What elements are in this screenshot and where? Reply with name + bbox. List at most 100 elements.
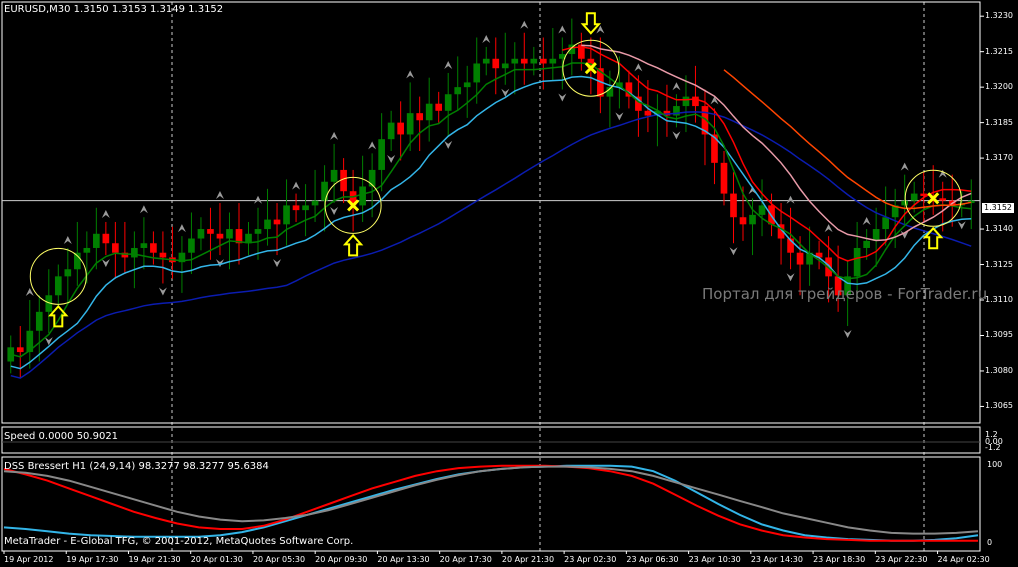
buy-arrow [342,233,364,257]
candle-body [530,58,538,64]
time-tick-label: 20 Apr 05:30 [252,555,306,564]
candle-body [539,58,547,64]
fractal-up-arrow [786,195,795,204]
speed-tick-label: -1.2 [985,443,1001,452]
candle-body [359,186,366,206]
candle-body [435,103,443,111]
fractal-up-arrow [25,288,34,297]
candle-body [939,198,947,201]
time-tick-label: 19 Apr 21:30 [128,555,181,564]
fractal-down-arrow [273,259,282,268]
price-tick-label: 1.3065 [985,401,1013,411]
fractal-up-arrow [520,20,529,29]
speed-indicator-title: Speed 0.0000 50.9021 [4,431,119,442]
candle-body [682,96,690,107]
candle-body [188,238,195,253]
time-tick-label: 23 Apr 22:30 [875,555,928,564]
fractal-down-arrow [101,259,110,268]
price-tick-label: 1.3200 [985,82,1013,92]
chart-canvas[interactable] [0,0,1018,567]
time-tick-label: 20 Apr 09:30 [315,555,368,564]
fractal-down-arrow [444,140,453,149]
candle-body [83,247,91,253]
candle-body [302,205,309,211]
candle-body [264,219,271,230]
candle-body [492,58,500,69]
fractal-up-arrow [292,181,301,190]
fractal-up-arrow [101,209,110,218]
fractal-up-arrow [139,205,148,214]
candle-body [207,229,214,234]
dss-lines-group [3,464,979,542]
candle-body [749,214,756,225]
speed-panel-frame [1,426,981,454]
fractal-down-arrow [558,93,567,102]
candle-body [93,233,100,248]
ma-skyblue-line [10,75,972,370]
candle-body [796,252,804,265]
candle-body [387,122,395,140]
sell-arrow [580,12,602,35]
candle-body [482,58,490,64]
fractal-up-arrow [558,25,567,34]
watermark: Портал для трейдеров - ForTrader.ru [702,285,988,303]
candle-body [330,169,338,182]
candle-body [378,139,385,170]
candle-body [140,243,148,248]
time-tick-label: 23 Apr 14:30 [750,555,803,564]
time-tick-label: 20 Apr 13:30 [377,555,430,564]
candle-body [54,276,62,296]
fractal-up-arrow [824,224,833,233]
price-tick-label: 1.3140 [985,224,1013,234]
candle-body [406,113,414,135]
candle-body [321,181,328,201]
candle-body [283,205,290,225]
candle-body [463,82,471,88]
candle-body [901,200,909,206]
candle-body [416,113,424,121]
fractal-up-arrow [368,141,377,150]
fractal-up-arrow [634,63,643,72]
candle-body [216,233,224,239]
candle-body [197,229,205,239]
candle-body [368,169,376,187]
candles-group [7,18,975,379]
candle-body [730,193,737,218]
candle-body [64,269,72,277]
candle-body [863,240,870,248]
time-tick-label: 23 Apr 06:30 [626,555,679,564]
candle-body [473,63,481,83]
ma-green-line [10,62,972,358]
price-tick-label: 1.3125 [985,259,1013,269]
metatrader-chart-window: EURUSD,M30 1.3150 1.3153 1.3149 1.3152 S… [0,0,1018,567]
main-chart-frame [1,1,981,424]
price-tick-label: 1.3230 [985,11,1013,21]
time-tick-label: 24 Apr 02:30 [937,555,990,564]
fractal-up-arrow [862,217,871,226]
fractal-up-arrow [215,191,224,200]
candle-body [16,347,24,353]
fractal-up-arrow [406,70,415,79]
moving-averages-group [10,44,972,379]
candle-body [226,229,233,239]
candle-body [454,87,462,95]
candle-body [425,103,433,121]
time-tick-label: 19 Apr 2012 [4,555,54,564]
fractal-down-arrow [672,131,681,140]
time-tick-label: 20 Apr 17:30 [439,555,492,564]
fractal-up-arrow [672,82,681,91]
ma-orange-line [723,69,972,210]
candle-body [549,58,557,64]
price-tick-label: 1.3185 [985,117,1013,127]
dss-indicator-title: DSS Bressert H1 (24,9,14) 98.3277 98.327… [4,461,269,472]
fractal-up-arrow [710,96,719,105]
candle-body [501,63,509,69]
candle-body [150,243,157,253]
candle-body [254,229,262,234]
candle-body [159,252,167,258]
candle-body [131,247,138,258]
fractal-up-arrow [482,34,491,43]
time-tick-label: 20 Apr 21:30 [501,555,555,564]
fractal-down-arrow [158,287,167,296]
dss-tick-label: 100 [987,460,1003,469]
